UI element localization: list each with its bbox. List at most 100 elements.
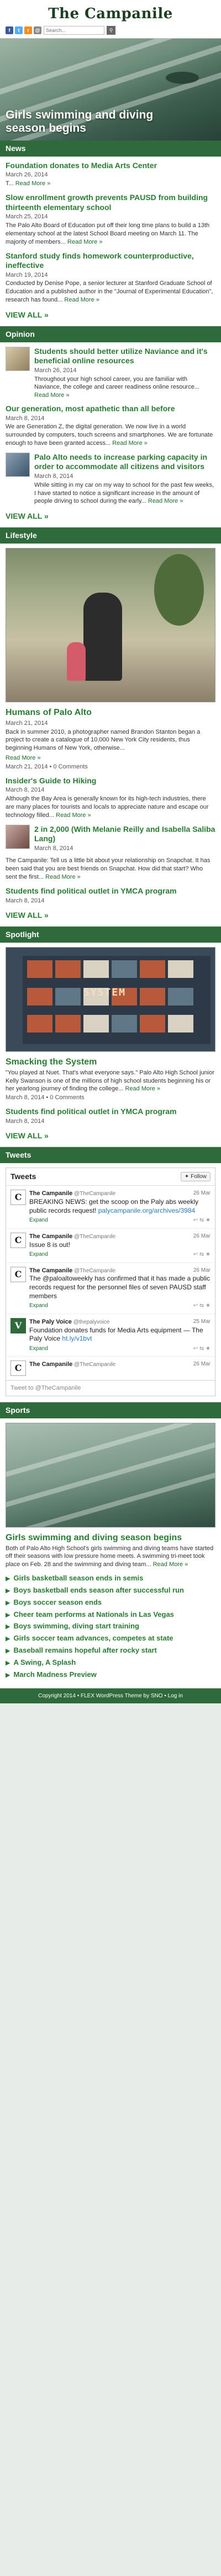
follow-button[interactable]: ✦ Follow	[180, 1172, 211, 1182]
sports-headline-link[interactable]: Boys swimming, diving start training	[13, 1622, 139, 1631]
news-headline[interactable]: Slow enrollment growth prevents PAUSD fr…	[6, 193, 215, 212]
reply-icon[interactable]: ↩	[193, 1346, 198, 1352]
spotlight-view-all-link[interactable]: VIEW ALL »	[6, 1131, 215, 1141]
search-button[interactable]: ⚲	[107, 26, 115, 35]
sports-feature-photo[interactable]	[6, 1422, 215, 1528]
news-section: Foundation donates to Media Arts Center …	[0, 156, 221, 326]
tweet-time[interactable]: 26 Mar	[193, 1190, 211, 1198]
tweet[interactable]: C The Campanile @TheCampanile 26 Mar Issu…	[6, 1229, 215, 1263]
lifestyle-thumbnail[interactable]	[6, 824, 30, 849]
opinion-headline[interactable]: Palo Alto needs to increase parking capa…	[34, 453, 215, 472]
tweet[interactable]: C The Campanile @TheCampanile 26 Mar	[6, 1357, 215, 1381]
opinion-view-all-link[interactable]: VIEW ALL »	[6, 511, 215, 521]
tweet-handle[interactable]: @TheCampanile	[74, 1191, 115, 1197]
hero-image[interactable]: Girls swimming and diving season begins	[0, 39, 221, 141]
reply-icon[interactable]: ↩	[193, 1251, 198, 1257]
sports-headline-link[interactable]: Boys basketball ends season after succes…	[13, 1586, 184, 1595]
favorite-icon[interactable]: ★	[206, 1217, 211, 1223]
search-input[interactable]	[44, 26, 104, 35]
tweet-author[interactable]: The Paly Voice	[29, 1319, 72, 1325]
lifestyle-section-header: Lifestyle	[0, 528, 221, 544]
lifestyle-feature-photo[interactable]	[6, 548, 215, 703]
tweet-expand-link[interactable]: Expand	[29, 1251, 48, 1259]
tweet-expand-link[interactable]: Expand	[29, 1345, 48, 1353]
tweet-time[interactable]: 26 Mar	[193, 1233, 211, 1241]
read-more-link[interactable]: Read More »	[153, 1561, 188, 1568]
twitter-icon[interactable]: t	[15, 26, 23, 35]
tweet-author[interactable]: The Campanile	[29, 1361, 72, 1368]
hero-caption[interactable]: Girls swimming and diving season begins	[6, 109, 188, 135]
avatar[interactable]: C	[10, 1266, 26, 1282]
tweet-handle[interactable]: @TheCampanile	[74, 1268, 115, 1274]
read-more-link[interactable]: Read More »	[112, 440, 148, 447]
favorite-icon[interactable]: ★	[206, 1346, 211, 1352]
retweet-icon[interactable]: ⇆	[199, 1303, 204, 1309]
read-more-link[interactable]: Read More »	[34, 392, 70, 399]
sports-headline-link[interactable]: Baseball remains hopeful after rocky sta…	[13, 1646, 156, 1655]
opinion-headline[interactable]: Students should better utilize Naviance …	[34, 347, 215, 366]
tweet-author[interactable]: The Campanile	[29, 1233, 72, 1240]
reply-icon[interactable]: ↩	[193, 1217, 198, 1223]
email-icon[interactable]: @	[34, 26, 41, 35]
lifestyle-feature-headline[interactable]: Humans of Palo Alto	[6, 707, 215, 719]
read-more-link[interactable]: Read More »	[67, 239, 103, 245]
read-more-link[interactable]: Read More »	[45, 874, 81, 880]
avatar[interactable]: C	[10, 1360, 26, 1376]
read-more-link[interactable]: Read More »	[6, 755, 41, 761]
tweet-handle[interactable]: @TheCampanile	[74, 1234, 115, 1240]
tweet-expand-link[interactable]: Expand	[29, 1217, 48, 1224]
favorite-icon[interactable]: ★	[206, 1251, 211, 1257]
opinion-thumbnail[interactable]	[6, 452, 30, 477]
opinion-thumbnail[interactable]	[6, 346, 30, 371]
sports-headline-link[interactable]: March Madness Preview	[13, 1670, 96, 1679]
news-headline[interactable]: Stanford study finds homework counterpro…	[6, 251, 215, 271]
tweet-time[interactable]: 25 Mar	[193, 1318, 211, 1326]
tweet-time[interactable]: 26 Mar	[193, 1360, 211, 1369]
read-more-link[interactable]: Read More »	[64, 297, 99, 303]
sports-headline-link[interactable]: Boys soccer season ends	[13, 1598, 102, 1607]
tweet[interactable]: C The Campanile @TheCampanile 26 Mar BREA…	[6, 1186, 215, 1229]
read-more-link[interactable]: Read More »	[148, 498, 183, 504]
lifestyle-headline[interactable]: 2 in 2,000 (With Melanie Reilly and Isab…	[34, 825, 215, 844]
rss-icon[interactable]: r	[24, 26, 32, 35]
tweet-handle[interactable]: @TheCampanile	[74, 1362, 115, 1368]
tweet[interactable]: C The Campanile @TheCampanile 26 Mar The …	[6, 1263, 215, 1314]
tweet-compose-box[interactable]: Tweet to @TheCampanile	[6, 1380, 215, 1396]
avatar[interactable]: C	[10, 1232, 26, 1248]
tweet-link[interactable]: palycampanile.org/archives/3984	[98, 1207, 195, 1214]
read-more-link[interactable]: Read More »	[15, 180, 51, 187]
news-view-all-link[interactable]: VIEW ALL »	[6, 310, 215, 320]
avatar[interactable]: C	[10, 1190, 26, 1206]
news-headline[interactable]: Foundation donates to Media Arts Center	[6, 161, 215, 171]
site-title[interactable]: The Campanile	[48, 4, 173, 24]
facebook-icon[interactable]: f	[6, 26, 13, 35]
avatar[interactable]: V	[10, 1317, 26, 1333]
tweet-author[interactable]: The Campanile	[29, 1267, 72, 1274]
sports-headline-link[interactable]: Girls soccer team advances, competes at …	[13, 1634, 173, 1643]
lifestyle-view-all-link[interactable]: VIEW ALL »	[6, 910, 215, 921]
tweet-author[interactable]: The Campanile	[29, 1190, 72, 1197]
spotlight-feature-headline[interactable]: Smacking the System	[6, 1056, 215, 1068]
sports-feature-headline[interactable]: Girls swimming and diving season begins	[6, 1532, 215, 1544]
lifestyle-date: March 8, 2014	[6, 787, 45, 794]
favorite-icon[interactable]: ★	[206, 1303, 211, 1309]
read-more-link[interactable]: Read More »	[125, 1085, 160, 1092]
read-more-link[interactable]: Read More »	[56, 812, 91, 819]
spotlight-headline[interactable]: Students find political outlet in YMCA p…	[6, 1107, 215, 1117]
opinion-headline[interactable]: Our generation, most apathetic than all …	[6, 404, 215, 414]
retweet-icon[interactable]: ⇆	[199, 1251, 204, 1257]
sports-headline-link[interactable]: Girls basketball season ends in semis	[13, 1574, 143, 1583]
retweet-icon[interactable]: ⇆	[199, 1217, 204, 1223]
lifestyle-headline[interactable]: Insider's Guide to Hiking	[6, 776, 215, 786]
tweet[interactable]: V The Paly Voice @thepalyvoice 25 Mar Fou…	[6, 1314, 215, 1357]
sports-headline-link[interactable]: A Swing, A Splash	[13, 1658, 76, 1667]
tweet-time[interactable]: 26 Mar	[193, 1267, 211, 1275]
tweet-handle[interactable]: @thepalyvoice	[73, 1319, 110, 1325]
tweet-link[interactable]: ht.ly/v1bvt	[62, 1335, 92, 1342]
spotlight-feature-photo[interactable]: SYSTEM	[6, 947, 215, 1052]
sports-headline-link[interactable]: Cheer team performs at Nationals in Las …	[13, 1610, 173, 1619]
reply-icon[interactable]: ↩	[193, 1303, 198, 1309]
tweet-expand-link[interactable]: Expand	[29, 1302, 48, 1310]
lifestyle-headline[interactable]: Students find political outlet in YMCA p…	[6, 886, 215, 896]
retweet-icon[interactable]: ⇆	[199, 1346, 204, 1352]
